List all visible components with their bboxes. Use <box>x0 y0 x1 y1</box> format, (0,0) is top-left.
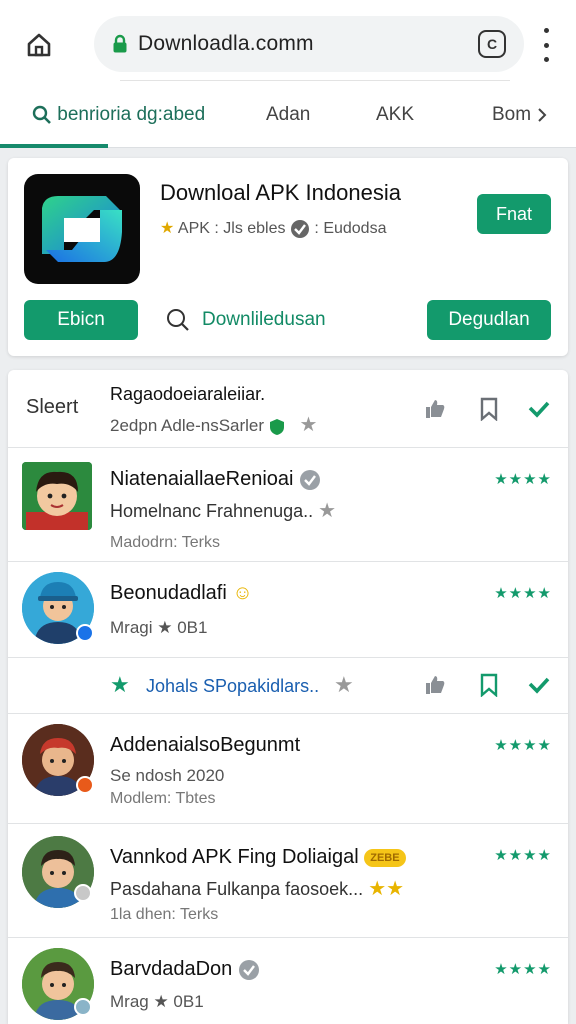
list-item[interactable]: Vannkod APK Fing Doliaigal ZEBE Pasdahan… <box>8 824 568 938</box>
rating-stars: ★★★★ <box>494 961 552 978</box>
lock-icon <box>112 34 128 59</box>
star-icon: ★ <box>160 220 175 237</box>
bookmark-icon[interactable] <box>476 672 502 698</box>
emoji-icon: ☺ <box>232 582 253 604</box>
verified-badge-icon <box>76 624 94 642</box>
rating-stars: ★★★★ <box>494 737 552 754</box>
item-title: Beonudadlafi ☺ <box>110 582 253 605</box>
star-icon: ★★ <box>368 878 405 900</box>
item-title: BarvdadaDon <box>110 958 260 981</box>
verified-icon <box>238 959 259 980</box>
tab-search[interactable]: benrioria dg:abed <box>32 104 205 126</box>
home-icon[interactable] <box>22 28 56 62</box>
app-subtitle: ★ APK : Jls ebles : Eudodsa <box>160 218 386 239</box>
item-subtitle-text: Homelnanc Frahnenuga.. <box>110 501 314 521</box>
avatar <box>22 462 92 530</box>
status-badge-icon <box>74 998 92 1016</box>
check-icon[interactable] <box>526 672 552 698</box>
item-subtitle: 2edpn Adle-nsSarler ★ <box>110 412 317 437</box>
overflow-menu-icon[interactable] <box>538 28 554 62</box>
app-logo <box>24 174 140 284</box>
list-item[interactable]: Sleert Ragaodoeiaraleiiar. 2edpn Adle-ns… <box>8 370 568 448</box>
item-subtitle: Se ndosh 2020 <box>110 766 225 785</box>
download-link-label: Downliledusan <box>202 309 326 330</box>
tab-akk[interactable]: AKK <box>376 104 414 126</box>
item-link[interactable]: Johals SPopakidlars.. <box>146 676 319 697</box>
rating-stars: ★★★★ <box>494 585 552 602</box>
status-badge-icon <box>74 884 92 902</box>
star-icon: ★ <box>299 414 318 436</box>
top-action-button[interactable]: Fnat <box>477 194 551 234</box>
star-icon: ★ <box>318 500 337 522</box>
url-text[interactable]: Downloadla.comm <box>138 32 314 56</box>
thumbs-up-icon[interactable] <box>422 672 448 698</box>
left-action-button[interactable]: Ebicn <box>24 300 138 340</box>
address-bar[interactable]: Downloadla.comm C <box>94 16 524 72</box>
item-title-text: NiatenaiallaeRenioai <box>110 468 294 490</box>
item-meta: Modlem: Tbtes <box>110 790 216 807</box>
app-list: Sleert Ragaodoeiaraleiiar. 2edpn Adle-ns… <box>8 370 568 1024</box>
tab-bom[interactable]: Bom <box>492 104 548 126</box>
tab-label: Bom <box>492 104 532 125</box>
item-meta: Madodrn: Terks <box>110 534 220 551</box>
item-title-text: Vannkod APK Fing Doliaigal <box>110 846 359 868</box>
search-icon <box>167 309 189 331</box>
item-title: AddenaialsoBegunmt <box>110 734 301 756</box>
app-title: Downloal APK Indonesia <box>160 180 401 205</box>
item-subtitle: Homelnanc Frahnenuga.. ★ <box>110 498 336 523</box>
list-item[interactable]: Beonudadlafi ☺ Mragi ★ 0B1 ★★★★ <box>8 562 568 658</box>
star-icon: ★ <box>334 672 354 697</box>
item-subtitle: Pasdahana Fulkanpa faosoek... ★★ <box>110 876 404 901</box>
list-header-label: Sleert <box>26 396 79 418</box>
item-subtitle: Mrag ★ 0B1 <box>110 992 204 1011</box>
tab-label: benrioria dg:abed <box>57 104 206 125</box>
thumbs-up-icon[interactable] <box>422 396 448 422</box>
download-link[interactable]: Downliledusan <box>166 308 326 332</box>
rating-stars: ★★★★ <box>494 471 552 488</box>
category-tabs: benrioria dg:abed Adan AKK Bom <box>0 92 576 148</box>
browser-toolbar: Downloadla.comm C benrioria dg:abed Adan… <box>0 0 576 148</box>
item-title: Ragaodoeiaraleiiar. <box>110 384 266 404</box>
active-tab-indicator <box>0 144 108 148</box>
list-item[interactable]: ★ Johals SPopakidlars.. ★ <box>8 658 568 714</box>
list-item[interactable]: AddenaialsoBegunmt Se ndosh 2020 Modlem:… <box>8 714 568 824</box>
item-meta: 1la dhen: Terks <box>110 906 219 923</box>
bookmark-icon[interactable] <box>476 396 502 422</box>
item-title: NiatenaiallaeRenioai <box>110 468 321 491</box>
verified-icon <box>300 469 321 490</box>
divider <box>120 80 510 81</box>
tab-switcher-button[interactable]: C <box>478 30 506 58</box>
app-header-card: Downloal APK Indonesia ★ APK : Jls ebles… <box>8 158 568 356</box>
item-subtitle-text: Pasdahana Fulkanpa faosoek... <box>110 879 364 899</box>
item-title: Vannkod APK Fing Doliaigal ZEBE <box>110 846 406 869</box>
download-button[interactable]: Degudlan <box>427 300 551 340</box>
item-title-text: Beonudadlafi <box>110 582 227 604</box>
item-subtitle: Mragi ★ 0B1 <box>110 618 208 637</box>
verified-icon <box>290 219 309 238</box>
chevron-right-icon <box>538 108 547 122</box>
check-icon[interactable] <box>526 396 552 422</box>
list-item[interactable]: NiatenaiallaeRenioai Homelnanc Frahnenug… <box>8 448 568 562</box>
item-title-text: BarvdadaDon <box>110 958 233 980</box>
item-subtitle-text: 2edpn Adle-nsSarler <box>110 416 265 435</box>
app-subtitle-part2: : Eudodsa <box>314 220 387 237</box>
shield-icon <box>269 418 284 435</box>
list-item[interactable]: BarvdadaDon Mrag ★ 0B1 ★★★★ <box>8 938 568 1024</box>
status-badge-icon <box>76 776 94 794</box>
star-icon: ★ <box>110 672 130 697</box>
tag-badge: ZEBE <box>364 848 406 867</box>
search-icon <box>32 105 51 124</box>
tab-adan[interactable]: Adan <box>266 104 310 126</box>
rating-stars: ★★★★ <box>494 847 552 864</box>
app-subtitle-part1: APK : Jls ebles <box>177 220 286 237</box>
